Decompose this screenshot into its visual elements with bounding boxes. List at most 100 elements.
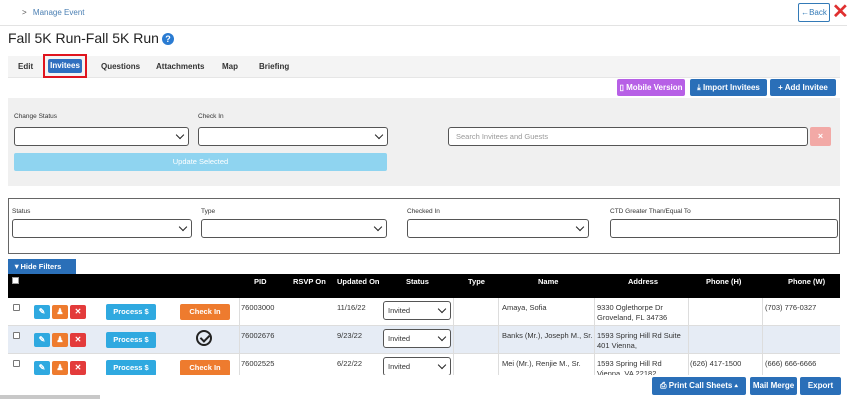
export-button[interactable]: Export	[800, 377, 841, 395]
user-import-icon: ⤓	[697, 83, 701, 92]
cell-name[interactable]: Amaya, Sofia	[502, 303, 547, 312]
col-status[interactable]: Status	[406, 277, 429, 286]
column-divider	[453, 326, 454, 354]
breadcrumb-manage-event[interactable]: Manage Event	[33, 8, 85, 17]
tab-invitees-highlight: Invitees	[43, 54, 87, 78]
tab-briefing[interactable]: Briefing	[259, 56, 289, 78]
table-row: ✎ ♟ ✕ Process $ Check In 76003000 11/16/…	[8, 298, 840, 326]
status-filter-select[interactable]	[12, 219, 192, 238]
checked-in-filter-select[interactable]	[407, 219, 589, 238]
column-divider	[239, 326, 240, 354]
tab-map[interactable]: Map	[222, 56, 238, 78]
chevron-down-icon	[175, 130, 185, 140]
edit-icon[interactable]: ✎	[34, 333, 50, 347]
column-divider	[762, 326, 763, 354]
printer-icon: ⎙	[660, 381, 667, 390]
col-updated-on[interactable]: Updated On	[337, 277, 380, 286]
hide-filters-label: Hide Filters	[20, 262, 62, 271]
user-icon[interactable]: ♟	[52, 361, 68, 375]
tab-invitees[interactable]: Invitees	[48, 59, 82, 73]
horizontal-scrollbar[interactable]	[0, 395, 100, 399]
change-status-label: Change Status	[14, 113, 58, 120]
breadcrumb-caret: >	[22, 8, 27, 17]
question-circle-icon[interactable]: ?	[161, 33, 174, 45]
check-in-button[interactable]: Check In	[180, 360, 230, 376]
edit-icon[interactable]: ✎	[34, 361, 50, 375]
select-all-checkbox[interactable]	[12, 277, 19, 284]
status-filter-label: Status	[12, 208, 31, 215]
row-status-select[interactable]: Invited	[383, 301, 451, 320]
hide-filters-button[interactable]: ▼Hide Filters	[8, 259, 76, 274]
delete-icon[interactable]: ✕	[70, 305, 86, 319]
col-phone-h[interactable]: Phone (H)	[706, 277, 741, 286]
col-address[interactable]: Address	[628, 277, 658, 286]
column-divider	[498, 326, 499, 354]
cell-address-line1: 9330 Oglethorpe Dr	[597, 303, 663, 312]
import-invitees-button[interactable]: ⤓ Import Invitees	[690, 79, 767, 96]
change-status-select[interactable]	[14, 127, 189, 146]
edit-icon[interactable]: ✎	[34, 305, 50, 319]
cell-phone-w: (703) 776-0327	[765, 303, 817, 312]
user-icon[interactable]: ♟	[52, 333, 68, 347]
event-title: Fall 5K Run-Fall 5K Run	[8, 30, 159, 46]
top-bar: > Manage Event ←Back ✕	[0, 0, 847, 26]
mail-merge-button[interactable]: Mail Merge	[750, 377, 797, 395]
checked-in-filter-label: Checked In	[407, 208, 440, 215]
row-status-select[interactable]: Invited	[383, 329, 451, 348]
check-in-button[interactable]: Check In	[180, 304, 230, 320]
cell-name[interactable]: Banks (Mr.), Joseph M., Sr.	[502, 331, 592, 340]
col-name[interactable]: Name	[538, 277, 558, 286]
import-invitees-label: Import Invitees	[702, 83, 760, 92]
close-icon[interactable]: ✕	[832, 2, 847, 22]
chevron-down-icon	[374, 130, 384, 140]
row-status-value: Invited	[388, 306, 411, 315]
row-checkbox[interactable]	[13, 304, 20, 311]
chevron-down-icon	[437, 332, 447, 342]
cell-pid: 76002525	[241, 359, 275, 368]
cell-pid: 76002676	[241, 331, 275, 340]
table-header: PID RSVP On Updated On Status Type Name …	[8, 274, 840, 298]
col-phone-w[interactable]: Phone (W)	[788, 277, 825, 286]
tab-questions[interactable]: Questions	[101, 56, 140, 78]
cell-pid: 76003000	[241, 303, 275, 312]
chevron-down-icon	[437, 360, 447, 370]
column-divider	[594, 326, 595, 354]
col-rsvp-on[interactable]: RSVP On	[293, 277, 326, 286]
col-type[interactable]: Type	[468, 277, 485, 286]
chevron-down-icon	[575, 222, 585, 232]
update-selected-button[interactable]: Update Selected	[14, 153, 387, 171]
cell-phone-h: (626) 417-1500	[690, 359, 742, 368]
row-status-select[interactable]: Invited	[383, 357, 451, 376]
check-in-select[interactable]	[198, 127, 388, 146]
process-payment-button[interactable]: Process $	[106, 360, 156, 376]
col-pid[interactable]: PID	[254, 277, 267, 286]
print-call-sheets-label: Print Call Sheets ▴	[668, 381, 738, 390]
cell-updated: 6/22/22	[337, 359, 363, 368]
row-checkbox[interactable]	[13, 360, 20, 367]
column-divider	[453, 298, 454, 326]
process-payment-button[interactable]: Process $	[106, 304, 156, 320]
tab-edit[interactable]: Edit	[18, 56, 33, 78]
row-status-value: Invited	[388, 362, 411, 371]
search-clear-button[interactable]: ×	[810, 127, 831, 146]
delete-icon[interactable]: ✕	[70, 361, 86, 375]
print-call-sheets-button[interactable]: ⎙ Print Call Sheets ▴	[652, 377, 746, 395]
row-status-value: Invited	[388, 334, 411, 343]
back-button[interactable]: ←Back	[798, 3, 830, 22]
mobile-version-button[interactable]: ▯ Mobile Version	[617, 79, 685, 96]
add-invitee-button[interactable]: + Add Invitee	[770, 79, 836, 96]
cell-updated: 11/16/22	[337, 303, 366, 312]
user-icon[interactable]: ♟	[52, 305, 68, 319]
chevron-down-icon	[178, 222, 188, 232]
breadcrumb[interactable]: > Manage Event	[22, 8, 85, 17]
type-filter-select[interactable]	[201, 219, 387, 238]
process-payment-button[interactable]: Process $	[106, 332, 156, 348]
cell-name[interactable]: Mei (Mr.), Renjie M., Sr.	[502, 359, 581, 368]
delete-icon[interactable]: ✕	[70, 333, 86, 347]
tab-attachments[interactable]: Attachments	[156, 56, 204, 78]
ctd-filter-input[interactable]	[610, 219, 838, 238]
search-input[interactable]: Search Invitees and Guests	[448, 127, 808, 146]
chevron-down-icon	[373, 222, 383, 232]
tab-bar: Edit Invitees Questions Attachments Map …	[8, 54, 840, 78]
row-checkbox[interactable]	[13, 332, 20, 339]
